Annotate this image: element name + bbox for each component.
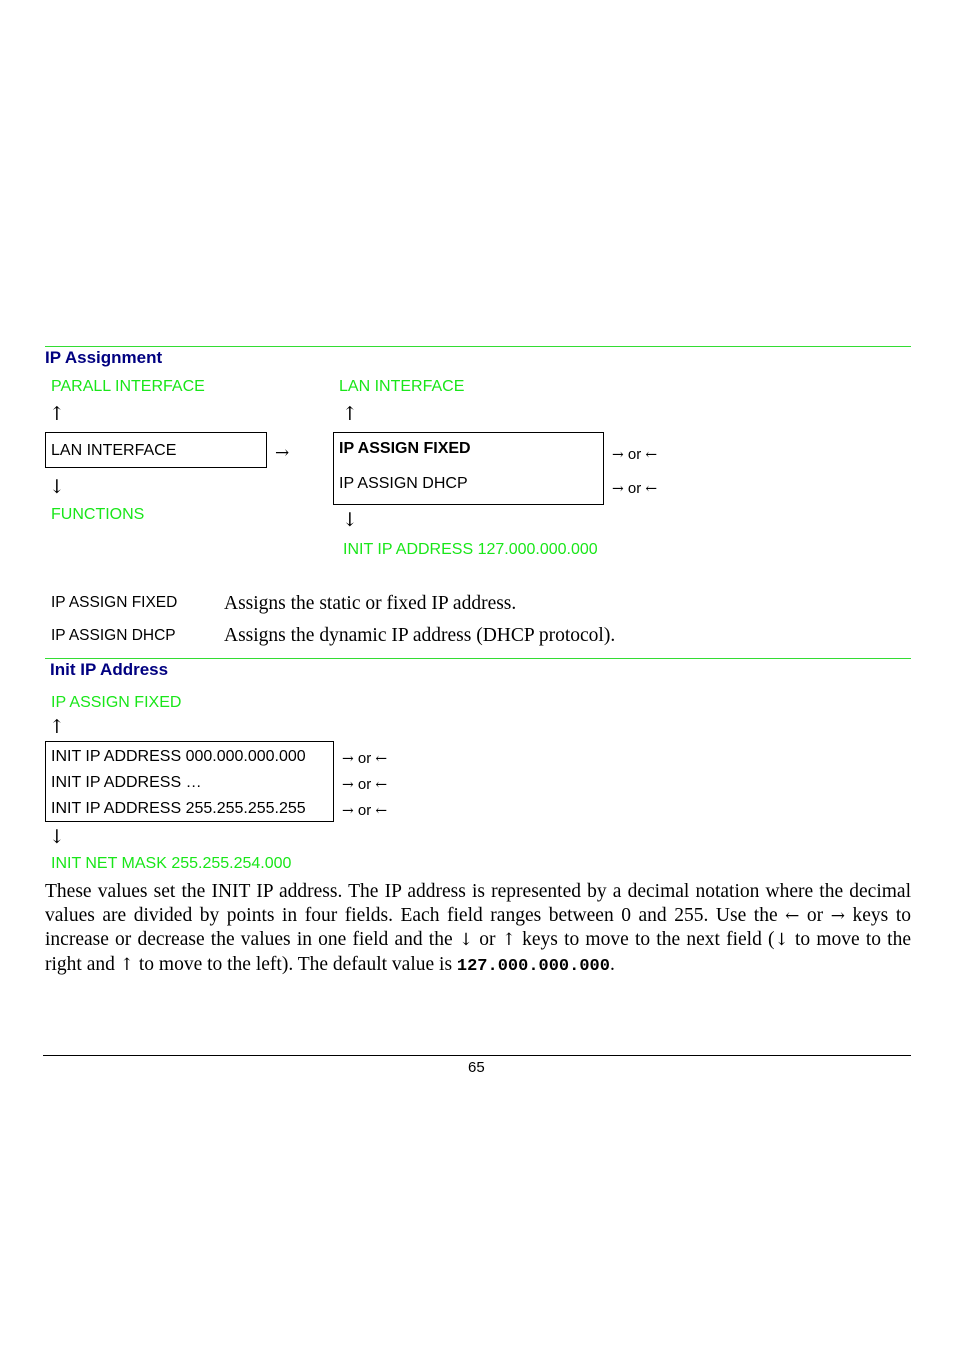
menu-prev-item: IP ASSIGN FIXED bbox=[51, 694, 182, 711]
default-ip-value: 127.000.000.000 bbox=[456, 956, 610, 976]
left-arrow-icon: ← bbox=[785, 905, 800, 926]
nav-hint: → or ← bbox=[342, 776, 387, 793]
down-arrow-icon: ↓ bbox=[49, 476, 65, 498]
paragraph-text: or bbox=[799, 904, 831, 926]
right-arrow-icon: → bbox=[342, 777, 354, 793]
nav-or-label: or bbox=[357, 802, 372, 819]
section-divider-top bbox=[45, 346, 911, 347]
option-ip-assign-fixed: IP ASSIGN FIXED bbox=[339, 440, 471, 457]
paragraph-text: to move to the left). The default value … bbox=[133, 953, 457, 975]
up-arrow-icon: ↑ bbox=[119, 954, 134, 975]
submenu-next-item: INIT IP ADDRESS 127.000.000.000 bbox=[343, 541, 598, 558]
enter-right-arrow-icon: → bbox=[275, 443, 290, 463]
option-init-ip-max: INIT IP ADDRESS 255.255.255.255 bbox=[51, 800, 306, 817]
nav-or-label: or bbox=[627, 480, 642, 497]
paragraph-text: These values set the INIT IP address. Th… bbox=[45, 881, 911, 926]
left-arrow-icon: ← bbox=[375, 803, 388, 819]
left-arrow-icon: ← bbox=[375, 751, 388, 767]
down-arrow-icon: ↓ bbox=[342, 509, 358, 531]
option-init-ip-ellipsis: INIT IP ADDRESS … bbox=[51, 774, 202, 791]
nav-or-label: or bbox=[357, 750, 372, 767]
paragraph-text: keys to move to the next field ( bbox=[515, 929, 775, 950]
left-arrow-icon: ← bbox=[645, 447, 658, 463]
paragraph-text: or bbox=[473, 929, 502, 950]
nav-or-label: or bbox=[627, 446, 642, 463]
menu-next-item: INIT NET MASK 255.255.254.000 bbox=[51, 855, 292, 872]
section-title-init-ip-address: Init IP Address bbox=[50, 660, 169, 679]
right-arrow-icon: → bbox=[342, 751, 354, 767]
nav-hint: → or ← bbox=[612, 446, 657, 463]
definition-description: Assigns the dynamic IP address (DHCP pro… bbox=[224, 625, 616, 646]
menu-current-item: LAN INTERFACE bbox=[51, 442, 177, 459]
definition-term: IP ASSIGN DHCP bbox=[51, 627, 176, 644]
up-arrow-icon: ↑ bbox=[342, 403, 358, 425]
description-paragraph: These values set the INIT IP address. Th… bbox=[45, 880, 911, 978]
paragraph-text: . bbox=[609, 953, 615, 975]
option-ip-assign-dhcp: IP ASSIGN DHCP bbox=[339, 475, 468, 492]
right-arrow-icon: → bbox=[612, 481, 624, 497]
definition-term: IP ASSIGN FIXED bbox=[51, 594, 178, 611]
up-arrow-icon: ↑ bbox=[49, 403, 65, 425]
nav-or-label: or bbox=[357, 776, 372, 793]
section-divider bbox=[45, 658, 911, 659]
left-arrow-icon: ← bbox=[375, 777, 388, 793]
nav-hint: → or ← bbox=[342, 750, 387, 767]
footer-divider bbox=[43, 1055, 911, 1056]
section-title-ip-assignment: IP Assignment bbox=[45, 348, 163, 367]
menu-next-item: FUNCTIONS bbox=[51, 506, 145, 523]
right-arrow-icon: → bbox=[830, 905, 845, 926]
left-arrow-icon: ← bbox=[645, 481, 658, 497]
down-arrow-icon: ↓ bbox=[49, 826, 65, 848]
page-number: 65 bbox=[468, 1059, 485, 1076]
right-arrow-icon: → bbox=[612, 447, 624, 463]
nav-hint: → or ← bbox=[342, 802, 387, 819]
down-arrow-icon: ↓ bbox=[774, 930, 789, 950]
up-arrow-icon: ↑ bbox=[49, 716, 65, 738]
definition-description: Assigns the static or fixed IP address. bbox=[224, 593, 517, 614]
up-arrow-icon: ↑ bbox=[501, 930, 516, 950]
down-arrow-icon: ↓ bbox=[458, 930, 474, 950]
submenu-prev-item: LAN INTERFACE bbox=[339, 378, 465, 395]
nav-hint: → or ← bbox=[612, 480, 657, 497]
option-init-ip-min: INIT IP ADDRESS 000.000.000.000 bbox=[51, 748, 306, 765]
menu-prev-item: PARALL INTERFACE bbox=[51, 378, 205, 395]
right-arrow-icon: → bbox=[342, 803, 354, 819]
